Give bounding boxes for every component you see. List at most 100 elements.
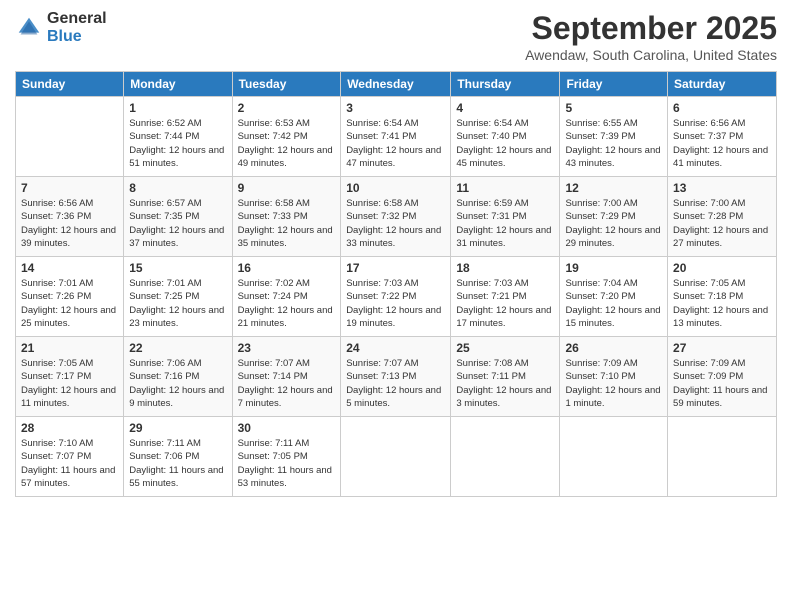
day-info: Sunrise: 7:01 AMSunset: 7:26 PMDaylight:… [21,277,118,330]
day-cell: 27 Sunrise: 7:09 AMSunset: 7:09 PMDayligh… [668,337,777,417]
day-number: 27 [673,341,771,355]
day-info: Sunrise: 6:53 AMSunset: 7:42 PMDaylight:… [238,117,336,170]
logo: General Blue [15,10,107,46]
day-number: 7 [21,181,118,195]
day-cell: 17 Sunrise: 7:03 AMSunset: 7:22 PMDayligh… [341,257,451,337]
day-info: Sunrise: 7:05 AMSunset: 7:17 PMDaylight:… [21,357,118,410]
day-number: 22 [129,341,226,355]
day-number: 12 [565,181,662,195]
header-row: SundayMondayTuesdayWednesdayThursdayFrid… [16,72,777,97]
day-info: Sunrise: 7:00 AMSunset: 7:28 PMDaylight:… [673,197,771,250]
day-cell: 16 Sunrise: 7:02 AMSunset: 7:24 PMDayligh… [232,257,341,337]
logo-icon [15,14,43,42]
day-number: 4 [456,101,554,115]
week-row-2: 7 Sunrise: 6:56 AMSunset: 7:36 PMDaylight… [16,177,777,257]
day-info: Sunrise: 7:09 AMSunset: 7:09 PMDaylight:… [673,357,771,410]
day-cell: 19 Sunrise: 7:04 AMSunset: 7:20 PMDayligh… [560,257,668,337]
day-info: Sunrise: 6:57 AMSunset: 7:35 PMDaylight:… [129,197,226,250]
day-info: Sunrise: 7:09 AMSunset: 7:10 PMDaylight:… [565,357,662,410]
day-info: Sunrise: 7:00 AMSunset: 7:29 PMDaylight:… [565,197,662,250]
page: General Blue September 2025 Awendaw, Sou… [0,0,792,612]
day-cell: 7 Sunrise: 6:56 AMSunset: 7:36 PMDaylight… [16,177,124,257]
day-cell [16,97,124,177]
header-day-friday: Friday [560,72,668,97]
day-number: 9 [238,181,336,195]
day-cell: 30 Sunrise: 7:11 AMSunset: 7:05 PMDayligh… [232,417,341,497]
logo-text: General Blue [47,10,107,46]
day-info: Sunrise: 7:01 AMSunset: 7:25 PMDaylight:… [129,277,226,330]
header: General Blue September 2025 Awendaw, Sou… [15,10,777,63]
day-info: Sunrise: 7:08 AMSunset: 7:11 PMDaylight:… [456,357,554,410]
day-number: 2 [238,101,336,115]
day-info: Sunrise: 6:54 AMSunset: 7:41 PMDaylight:… [346,117,445,170]
day-info: Sunrise: 7:04 AMSunset: 7:20 PMDaylight:… [565,277,662,330]
day-cell: 8Sunrise: 6:57 AMSunset: 7:35 PMDaylight… [124,177,232,257]
day-number: 16 [238,261,336,275]
day-info: Sunrise: 7:10 AMSunset: 7:07 PMDaylight:… [21,437,118,490]
day-info: Sunrise: 7:02 AMSunset: 7:24 PMDaylight:… [238,277,336,330]
day-cell: 25 Sunrise: 7:08 AMSunset: 7:11 PMDayligh… [451,337,560,417]
day-info: Sunrise: 6:52 AMSunset: 7:44 PMDaylight:… [129,117,226,170]
day-number: 17 [346,261,445,275]
day-number: 25 [456,341,554,355]
day-number: 15 [129,261,226,275]
day-number: 21 [21,341,118,355]
day-number: 28 [21,421,118,435]
day-cell: 3 Sunrise: 6:54 AMSunset: 7:41 PMDaylight… [341,97,451,177]
header-day-tuesday: Tuesday [232,72,341,97]
day-cell: 10Sunrise: 6:58 AMSunset: 7:32 PMDayligh… [341,177,451,257]
week-row-5: 28 Sunrise: 7:10 AMSunset: 7:07 PMDayligh… [16,417,777,497]
day-info: Sunrise: 6:59 AMSunset: 7:31 PMDaylight:… [456,197,554,250]
day-number: 23 [238,341,336,355]
day-number: 13 [673,181,771,195]
day-cell: 14Sunrise: 7:01 AMSunset: 7:26 PMDayligh… [16,257,124,337]
day-number: 30 [238,421,336,435]
day-cell: 11 Sunrise: 6:59 AMSunset: 7:31 PMDayligh… [451,177,560,257]
day-number: 3 [346,101,445,115]
header-day-monday: Monday [124,72,232,97]
day-cell: 29Sunrise: 7:11 AMSunset: 7:06 PMDayligh… [124,417,232,497]
day-cell: 15 Sunrise: 7:01 AMSunset: 7:25 PMDayligh… [124,257,232,337]
day-number: 20 [673,261,771,275]
day-cell [560,417,668,497]
day-info: Sunrise: 7:03 AMSunset: 7:21 PMDaylight:… [456,277,554,330]
calendar-title: September 2025 [525,10,777,47]
day-number: 11 [456,181,554,195]
day-info: Sunrise: 6:56 AMSunset: 7:37 PMDaylight:… [673,117,771,170]
day-cell: 21 Sunrise: 7:05 AMSunset: 7:17 PMDayligh… [16,337,124,417]
day-cell: 26 Sunrise: 7:09 AMSunset: 7:10 PMDayligh… [560,337,668,417]
day-cell: 18Sunrise: 7:03 AMSunset: 7:21 PMDayligh… [451,257,560,337]
header-day-saturday: Saturday [668,72,777,97]
day-number: 24 [346,341,445,355]
day-number: 10 [346,181,445,195]
day-cell: 23 Sunrise: 7:07 AMSunset: 7:14 PMDayligh… [232,337,341,417]
day-cell: 20 Sunrise: 7:05 AMSunset: 7:18 PMDayligh… [668,257,777,337]
day-cell: 12 Sunrise: 7:00 AMSunset: 7:29 PMDayligh… [560,177,668,257]
day-info: Sunrise: 7:03 AMSunset: 7:22 PMDaylight:… [346,277,445,330]
day-cell: 5Sunrise: 6:55 AMSunset: 7:39 PMDaylight… [560,97,668,177]
day-number: 19 [565,261,662,275]
day-cell [451,417,560,497]
day-number: 26 [565,341,662,355]
day-cell: 4Sunrise: 6:54 AMSunset: 7:40 PMDaylight… [451,97,560,177]
calendar-table: SundayMondayTuesdayWednesdayThursdayFrid… [15,71,777,497]
day-cell: 28 Sunrise: 7:10 AMSunset: 7:07 PMDayligh… [16,417,124,497]
header-day-thursday: Thursday [451,72,560,97]
week-row-1: 1Sunrise: 6:52 AMSunset: 7:44 PMDaylight… [16,97,777,177]
day-info: Sunrise: 6:58 AMSunset: 7:33 PMDaylight:… [238,197,336,250]
day-number: 5 [565,101,662,115]
day-cell: 22Sunrise: 7:06 AMSunset: 7:16 PMDayligh… [124,337,232,417]
day-number: 6 [673,101,771,115]
title-block: September 2025 Awendaw, South Carolina, … [525,10,777,63]
day-cell: 9 Sunrise: 6:58 AMSunset: 7:33 PMDaylight… [232,177,341,257]
day-info: Sunrise: 6:56 AMSunset: 7:36 PMDaylight:… [21,197,118,250]
day-info: Sunrise: 7:05 AMSunset: 7:18 PMDaylight:… [673,277,771,330]
week-row-4: 21 Sunrise: 7:05 AMSunset: 7:17 PMDayligh… [16,337,777,417]
day-cell: 24Sunrise: 7:07 AMSunset: 7:13 PMDayligh… [341,337,451,417]
week-row-3: 14Sunrise: 7:01 AMSunset: 7:26 PMDayligh… [16,257,777,337]
day-info: Sunrise: 7:07 AMSunset: 7:14 PMDaylight:… [238,357,336,410]
day-info: Sunrise: 7:11 AMSunset: 7:05 PMDaylight:… [238,437,336,490]
day-cell [341,417,451,497]
day-cell [668,417,777,497]
day-info: Sunrise: 7:11 AMSunset: 7:06 PMDaylight:… [129,437,226,490]
